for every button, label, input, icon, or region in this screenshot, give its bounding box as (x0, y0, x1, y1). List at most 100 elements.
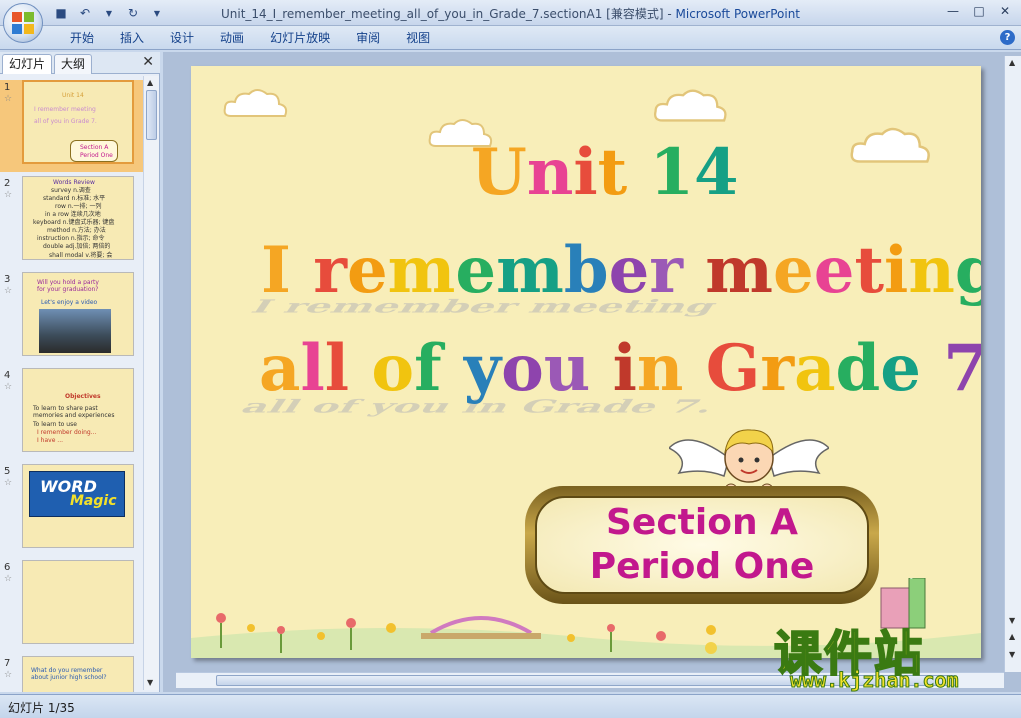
tab-animations[interactable]: 动画 (206, 30, 256, 46)
thumb-text: row n.一排; 一列 (55, 203, 102, 210)
thumb-number: 3 (4, 274, 11, 285)
title-text: I remember meeting (261, 233, 981, 308)
thumb-text: shall modal v.将要; 会 (49, 252, 113, 259)
close-icon[interactable]: ✕ (142, 54, 154, 70)
slide-thumb-3[interactable]: 3 ☆ Will you hold a party for your gradu… (0, 272, 143, 364)
office-button[interactable] (3, 3, 43, 43)
slide-title-line3[interactable]: all of you in Grade 7. (259, 332, 981, 406)
thumb-text: keyboard n.键盘式乐器; 键盘 (33, 219, 115, 226)
office-logo-icon (12, 12, 34, 34)
thumb-number: 5 (4, 466, 11, 477)
tab-outline[interactable]: 大纲 (54, 54, 93, 74)
thumb-text: Will you hold a party for your graduatio… (37, 279, 99, 293)
animation-star-icon: ☆ (4, 670, 13, 680)
document-title: Unit_14_I_remember_meeting_all_of_you_in… (220, 7, 664, 21)
thumb-text: all of you in Grade 7. (34, 118, 97, 125)
slide-title-line1[interactable]: Unit 14 (471, 136, 739, 210)
thumb-preview: What do you remember about junior high s… (22, 656, 134, 692)
thumb-text: method n.方法; 办法 (47, 227, 106, 234)
thumb-text: I remember doing... (37, 429, 97, 436)
thumb-preview: Words Review survey n.调查 standard n.标准; … (22, 176, 134, 260)
slide-editor: I remember meeting all of you in Grade 7… (163, 52, 1021, 692)
maximize-button[interactable]: □ (967, 2, 991, 20)
tab-home[interactable]: 开始 (58, 30, 106, 46)
thumb-text: I remember meeting (34, 106, 96, 113)
tab-slides[interactable]: 幻灯片 (2, 54, 53, 74)
thumb-preview (22, 560, 134, 644)
window-title: Unit_14_I_remember_meeting_all_of_you_in… (0, 5, 1021, 22)
video-thumbnail (39, 309, 111, 353)
cloud-decoration (850, 127, 930, 163)
slide-thumb-5[interactable]: 5 ☆ WORD Magic (0, 464, 143, 556)
thumb-preview: WORD Magic (22, 464, 134, 548)
thumb-text: Objectives (65, 393, 101, 400)
animation-star-icon: ☆ (4, 190, 13, 200)
slide-thumbnails: 1 ☆ Unit 14 I remember meeting all of yo… (0, 76, 143, 692)
minimize-button[interactable]: — (941, 2, 965, 20)
thumb-text: Words Review (53, 179, 95, 186)
thumbnails-scrollbar[interactable]: ▲ ▼ (143, 76, 159, 690)
thumb-number: 7 (4, 658, 11, 669)
thumb-preview: Will you hold a party for your graduatio… (22, 272, 134, 356)
window-controls: — □ ✕ (941, 2, 1017, 20)
thumb-text: Period One (80, 152, 113, 159)
ribbon: 开始 插入 设计 动画 幻灯片放映 审阅 视图 ? (0, 26, 1021, 50)
slide-thumb-7[interactable]: 7 ☆ What do you remember about junior hi… (0, 656, 143, 692)
animation-star-icon: ☆ (4, 94, 13, 104)
editor-vertical-scrollbar[interactable]: ▲ ▼ ▲ ▼ (1004, 56, 1021, 672)
tab-slide-show[interactable]: 幻灯片放映 (256, 30, 342, 46)
animation-star-icon: ☆ (4, 286, 13, 296)
tab-view[interactable]: 视图 (392, 30, 442, 46)
thumb-text: Section A (80, 144, 109, 151)
help-icon[interactable]: ? (1000, 30, 1015, 45)
thumb-text: To learn to use (33, 421, 77, 428)
status-bar: 幻灯片 1/35 (0, 694, 1021, 718)
thumb-text: survey n.调查 (51, 187, 91, 194)
tab-review[interactable]: 审阅 (342, 30, 392, 46)
ribbon-tabs: 开始 插入 设计 动画 幻灯片放映 审阅 视图 (58, 30, 442, 46)
thumb-text: I have ... (37, 437, 64, 444)
animation-star-icon: ☆ (4, 478, 13, 488)
animation-star-icon: ☆ (4, 574, 13, 584)
watermark-url: www.kjzhan.com (790, 668, 960, 693)
kjzhan-watermark-logo: 课件站 www.kjzhan.com (770, 614, 1015, 693)
title-text: Unit 14 (471, 135, 739, 210)
scroll-up-icon[interactable]: ▲ (1009, 58, 1015, 67)
slide-thumb-2[interactable]: 2 ☆ Words Review survey n.调查 standard n.… (0, 176, 143, 268)
title-separator: - (663, 7, 676, 21)
title-bar: ■ ↶ ▼ ↻ ▼ Unit_14_I_remember_meeting_all… (0, 0, 1021, 26)
cloud-decoration (654, 89, 727, 122)
scroll-up-icon[interactable]: ▲ (147, 78, 153, 87)
thumb-number: 6 (4, 562, 11, 573)
animation-star-icon: ☆ (4, 382, 13, 392)
thumb-text: in a row 连续几次地 (45, 211, 101, 218)
thumb-number: 1 (4, 82, 11, 93)
slides-panel: 幻灯片 大纲 ✕ 1 ☆ Unit 14 I remember meeting … (0, 52, 160, 692)
thumb-number: 4 (4, 370, 11, 381)
slide-thumb-1[interactable]: 1 ☆ Unit 14 I remember meeting all of yo… (0, 80, 143, 172)
thumb-text: Unit 14 (62, 92, 84, 99)
slide-title-line2[interactable]: I remember meeting (261, 234, 981, 308)
scroll-thumb[interactable] (146, 90, 157, 140)
slide-thumb-4[interactable]: 4 ☆ Objectives To learn to share past me… (0, 368, 143, 460)
tab-insert[interactable]: 插入 (106, 30, 156, 46)
slide-counter: 幻灯片 1/35 (8, 701, 75, 715)
title-text: all of you in Grade 7. (259, 331, 981, 406)
thumb-text: instruction n.指示; 命令 (37, 235, 105, 242)
scroll-down-icon[interactable]: ▼ (147, 678, 153, 687)
thumb-text: standard n.标准; 水平 (43, 195, 106, 202)
panel-tabs: 幻灯片 大纲 ✕ (0, 52, 160, 74)
cloud-decoration (223, 89, 288, 117)
section-text: Section A (606, 502, 798, 543)
thumb-text: double adj.加倍; 两倍的 (43, 243, 111, 250)
tab-design[interactable]: 设计 (156, 30, 206, 46)
thumb-preview: Unit 14 I remember meeting all of you in… (22, 80, 134, 164)
thumb-preview: Objectives To learn to share past memori… (22, 368, 134, 452)
thumb-text: To learn to share past memories and expe… (33, 405, 115, 419)
slide-thumb-6[interactable]: 6 ☆ (0, 560, 143, 652)
thumb-text: What do you remember about junior high s… (31, 667, 107, 681)
thumb-text: Let's enjoy a video (41, 299, 98, 306)
word-magic-graphic: WORD Magic (29, 471, 125, 517)
close-button[interactable]: ✕ (993, 2, 1017, 20)
slide-canvas[interactable]: I remember meeting all of you in Grade 7… (191, 66, 981, 658)
